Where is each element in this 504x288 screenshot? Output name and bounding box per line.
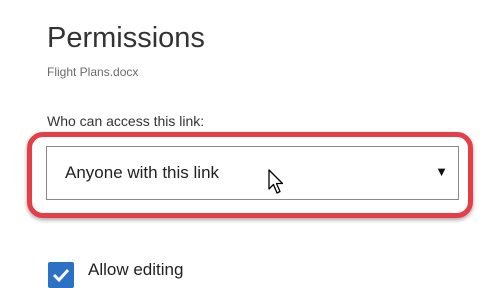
checkmark-icon	[52, 268, 70, 283]
highlight-annotation	[27, 132, 473, 218]
allow-editing-label[interactable]: Allow editing	[88, 260, 183, 280]
allow-editing-checkbox[interactable]	[48, 262, 74, 288]
access-label: Who can access this link:	[47, 113, 205, 129]
page-title: Permissions	[47, 22, 205, 54]
permissions-panel: Permissions Flight Plans.docx Who can ac…	[0, 0, 504, 288]
mouse-cursor-icon	[268, 169, 284, 200]
file-name: Flight Plans.docx	[47, 65, 139, 79]
